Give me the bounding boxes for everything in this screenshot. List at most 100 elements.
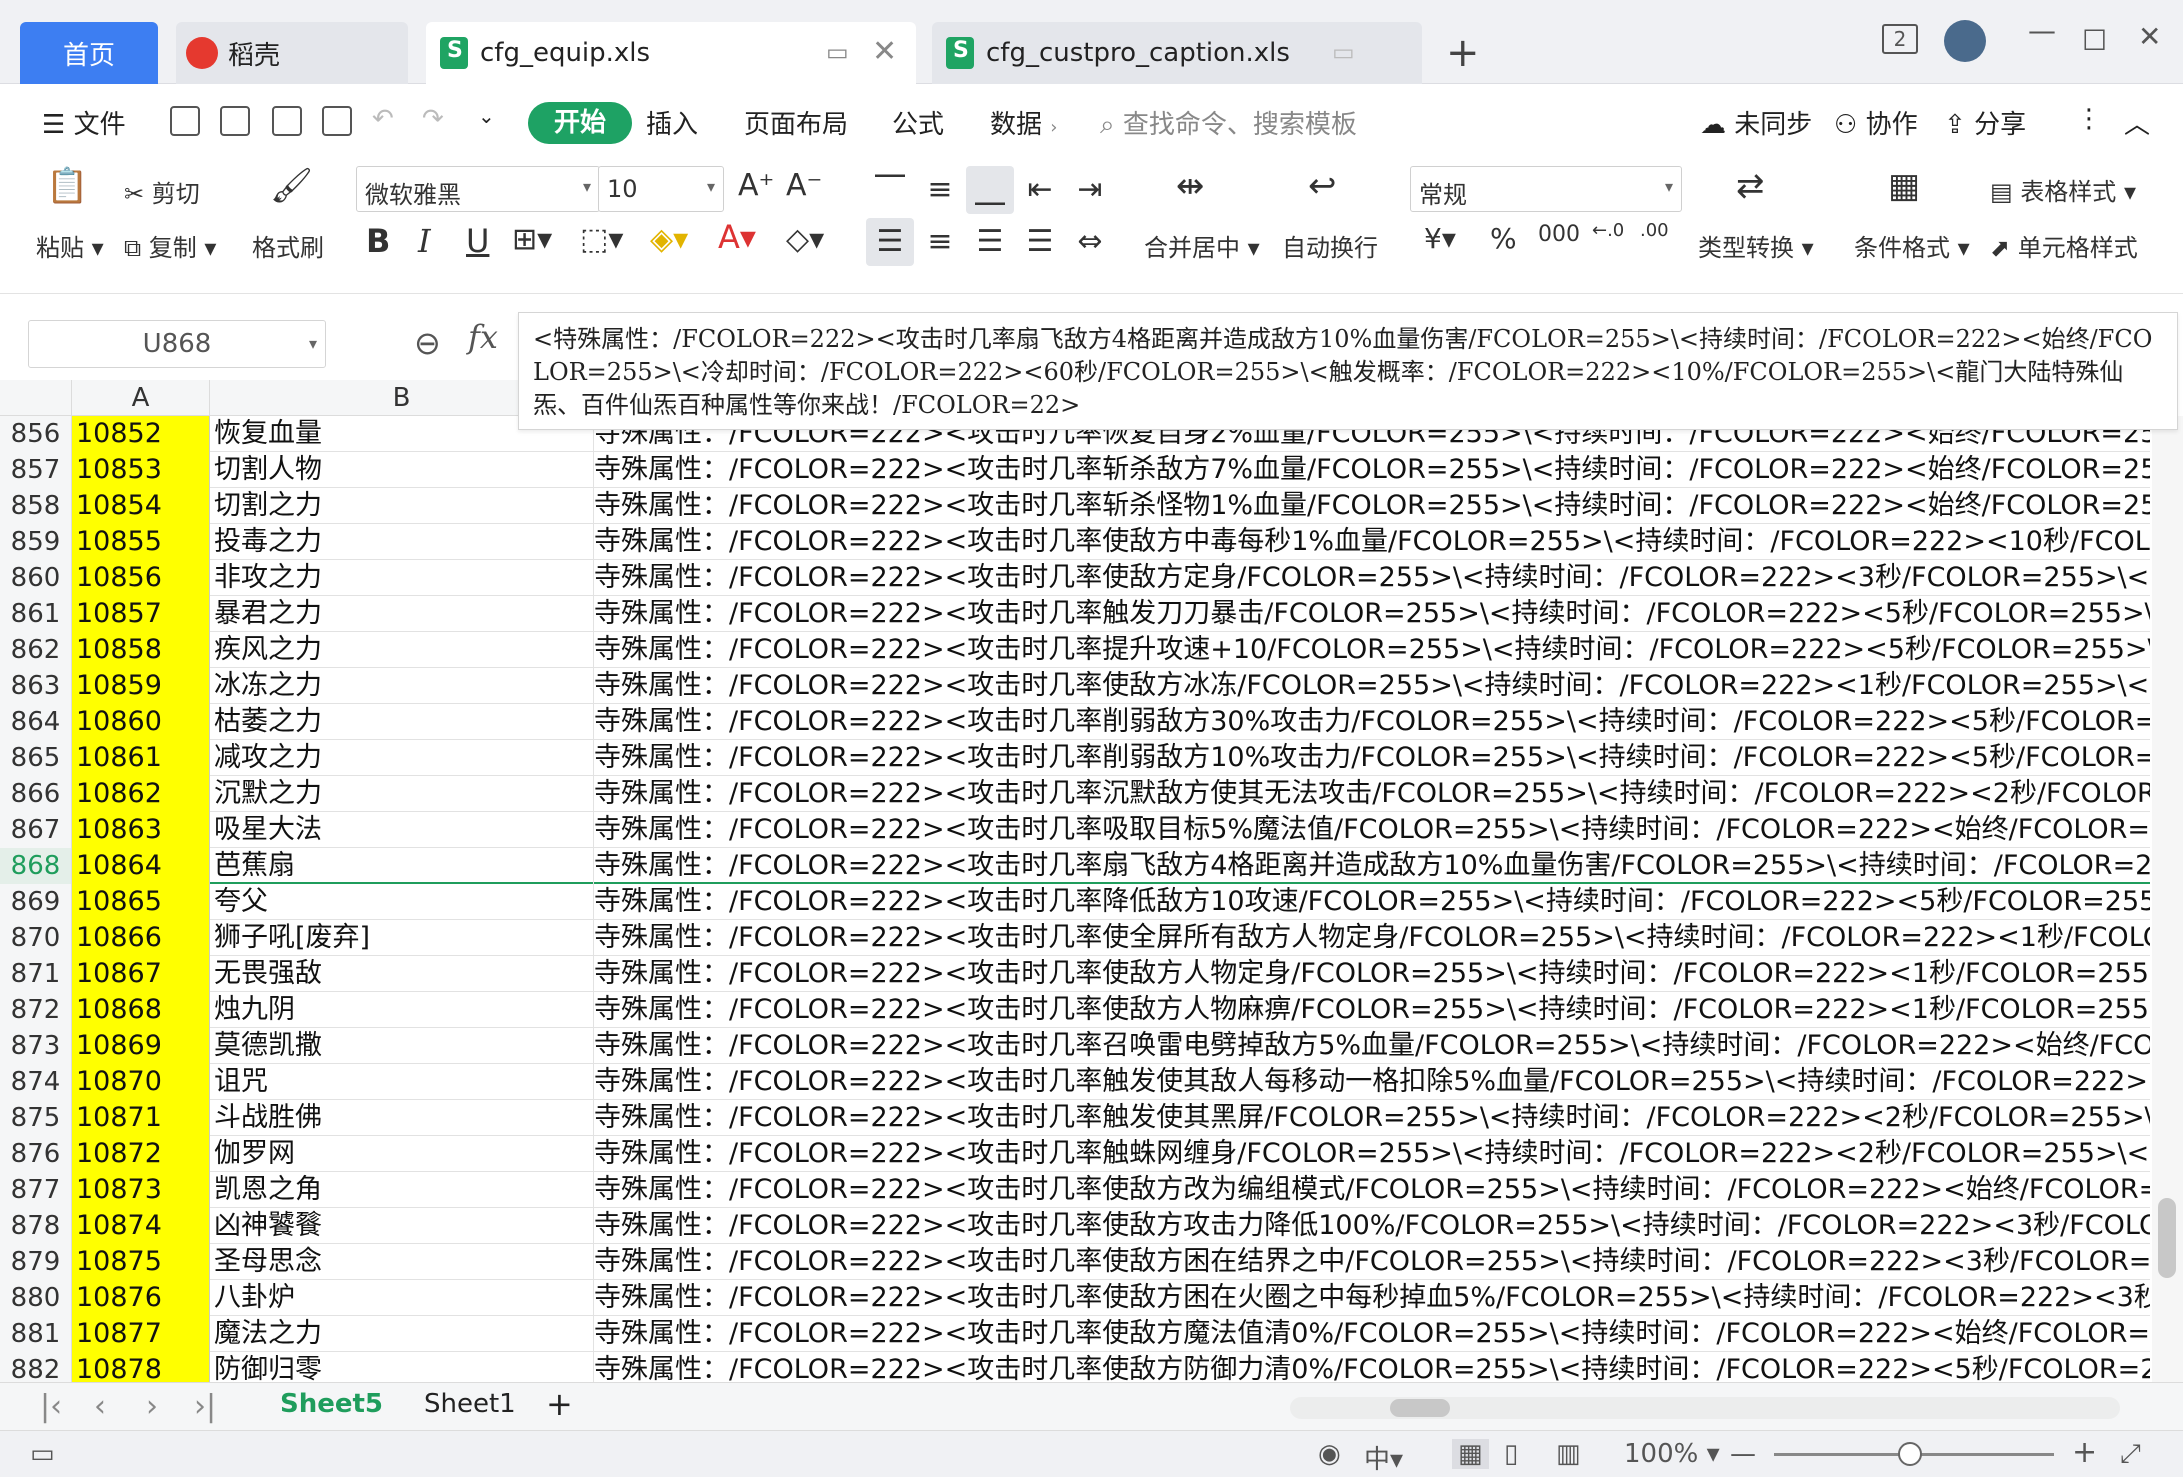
cell-a[interactable]: 10855 [72,524,210,560]
sync-status[interactable]: ☁ 未同步 [1700,104,1812,141]
cell-overflow-text[interactable]: 寺殊属性：/FCOLOR=222><攻击时几率使敌方攻击力降低100%/FCOL… [594,1208,2150,1244]
decrease-decimal-icon[interactable]: .00 [1640,220,1669,241]
row-header[interactable]: 869 [0,884,72,920]
cell-overflow-text[interactable]: 寺殊属性：/FCOLOR=222><攻击时几率斩杀怪物1%血量/FCOLOR=2… [594,488,2150,524]
cell-b[interactable]: 枯萎之力 [210,704,594,740]
fill-color-icon[interactable]: ◈▾ [650,222,688,257]
row-header[interactable]: 861 [0,596,72,632]
cell-a[interactable]: 10867 [72,956,210,992]
cell-overflow-text[interactable]: 寺殊属性：/FCOLOR=222><攻击时几率削弱敌方10%攻击力/FCOLOR… [594,740,2150,776]
paste-button[interactable]: 粘贴 ▾ [36,228,104,263]
cell-b[interactable]: 非攻之力 [210,560,594,596]
zoom-level[interactable]: 100% ▾ [1624,1439,1720,1469]
cell-b[interactable]: 伽罗网 [210,1136,594,1172]
cell-a[interactable]: 10857 [72,596,210,632]
row-header[interactable]: 872 [0,992,72,1028]
cell-overflow-text[interactable]: 寺殊属性：/FCOLOR=222><攻击时几率使敌方人物定身/FCOLOR=25… [594,956,2150,992]
merge-center-button[interactable]: 合并居中 ▾ [1144,228,1260,263]
cell-b[interactable]: 投毒之力 [210,524,594,560]
zoom-icon[interactable]: ⊖ [414,324,441,362]
first-sheet-icon[interactable]: |‹ [40,1389,62,1424]
menu-start[interactable]: 开始 [528,102,632,144]
cell-overflow-text[interactable]: 寺殊属性：/FCOLOR=222><攻击时几率使敌方改为编组模式/FCOLOR=… [594,1172,2150,1208]
share-button[interactable]: ⇪ 分享 [1944,104,2026,141]
cell-a[interactable]: 10874 [72,1208,210,1244]
cell-a[interactable]: 10860 [72,704,210,740]
cell-a[interactable]: 10871 [72,1100,210,1136]
row-header[interactable]: 867 [0,812,72,848]
cell-b[interactable]: 凶神饕餮 [210,1208,594,1244]
table-style-button[interactable]: ▤ 表格样式 ▾ [1990,172,2136,207]
align-center-icon[interactable]: ≡ [916,218,964,266]
tab-cfg-equip[interactable]: cfg_equip.xls ▭ ✕ [426,22,916,84]
font-size-select[interactable]: 10 ▾ [598,166,724,212]
fx-button[interactable]: fx [468,318,498,356]
page-break-view-icon[interactable]: ▥ [1556,1439,1581,1469]
menu-insert[interactable]: 插入 [646,104,698,141]
cell-a[interactable]: 10852 [72,416,210,452]
cell-overflow-text[interactable]: 寺殊属性：/FCOLOR=222><攻击时几率沉默敌方使其无法攻击/FCOLOR… [594,776,2150,812]
font-name-select[interactable]: 微软雅黑 ▾ [356,166,600,212]
cell-style-button[interactable]: ⬈ 单元格样式 [1990,228,2138,263]
type-convert-icon[interactable]: ⇄ [1736,166,1765,206]
cell-a[interactable]: 10854 [72,488,210,524]
wrap-text-button[interactable]: 自动换行 [1282,228,1378,263]
zoom-in-icon[interactable]: + [2072,1435,2097,1470]
row-header[interactable]: 860 [0,560,72,596]
column-header-a[interactable]: A [72,380,210,416]
window-close-icon[interactable]: ✕ [2138,20,2161,53]
eye-protect-icon[interactable]: ◉ [1318,1439,1341,1469]
cell-overflow-text[interactable]: 寺殊属性：/FCOLOR=222><攻击时几率使敌方困在结界之中/FCOLOR=… [594,1244,2150,1280]
cell-overflow-text[interactable]: 寺殊属性：/FCOLOR=222><攻击时几率召唤雷电劈掉敌方5%血量/FCOL… [594,1028,2150,1064]
number-format-select[interactable]: 常规 ▾ [1410,166,1682,212]
page-layout-view-icon[interactable]: ▯ [1504,1439,1518,1469]
row-header[interactable]: 873 [0,1028,72,1064]
maximize-icon[interactable]: ☐ [2082,24,2107,57]
tab-home[interactable]: 首页 [20,22,158,84]
cell-overflow-text[interactable]: 寺殊属性：/FCOLOR=222><攻击时几率触发使其黑屏/FCOLOR=255… [594,1100,2150,1136]
row-header[interactable]: 856 [0,416,72,452]
cell-b[interactable]: 无畏强敌 [210,956,594,992]
cell-a[interactable]: 10875 [72,1244,210,1280]
conditional-format-icon[interactable]: ▦ [1888,166,1920,206]
row-header[interactable]: 863 [0,668,72,704]
cell-overflow-text[interactable]: 寺殊属性：/FCOLOR=222><攻击时几率使敌方中毒每秒1%血量/FCOLO… [594,524,2150,560]
fullscreen-icon[interactable]: ⤢ [2120,1439,2141,1470]
vertical-scrollbar[interactable] [2152,416,2183,1382]
outdent-icon[interactable]: ⇤ [1016,166,1064,214]
normal-view-icon[interactable]: ▦ [1452,1439,1489,1469]
row-header[interactable]: 859 [0,524,72,560]
cell-overflow-text[interactable]: 寺殊属性：/FCOLOR=222><攻击时几率使敌方定身/FCOLOR=255>… [594,560,2150,596]
row-header[interactable]: 857 [0,452,72,488]
cell-b[interactable]: 减攻之力 [210,740,594,776]
cell-b[interactable]: 疾风之力 [210,632,594,668]
cell-overflow-text[interactable]: 寺殊属性：/FCOLOR=222><攻击时几率触发使其敌人每移动一格扣除5%血量… [594,1064,2150,1100]
italic-button[interactable]: I [418,222,431,260]
copy-button[interactable]: ⧉ 复制 ▾ [124,228,216,263]
row-header[interactable]: 880 [0,1280,72,1316]
horizontal-scroll-thumb[interactable] [1390,1399,1450,1417]
align-left-icon[interactable]: ☰ [866,218,914,266]
row-header[interactable]: 871 [0,956,72,992]
cell-b[interactable]: 八卦炉 [210,1280,594,1316]
cell-overflow-text[interactable]: 寺殊属性：/FCOLOR=222><攻击时几率提升攻速+10/FCOLOR=25… [594,632,2150,668]
tab-docer[interactable]: 稻壳 [176,22,408,84]
cell-overflow-text[interactable]: 寺殊属性：/FCOLOR=222><攻击时几率斩杀敌方7%血量/FCOLOR=2… [594,452,2150,488]
cell-a[interactable]: 10859 [72,668,210,704]
cell-a[interactable]: 10873 [72,1172,210,1208]
page-indicator-icon[interactable]: 2 [1882,24,1918,54]
cell-overflow-text[interactable]: 寺殊属性：/FCOLOR=222><攻击时几率使敌方困在火圈之中每秒掉血5%/F… [594,1280,2150,1316]
cell-a[interactable]: 10858 [72,632,210,668]
new-tab-button[interactable]: + [1446,30,1480,76]
row-header[interactable]: 879 [0,1244,72,1280]
align-right-icon[interactable]: ☰ [966,218,1014,266]
close-icon[interactable]: ✕ [872,34,897,69]
last-sheet-icon[interactable]: ›| [194,1389,216,1424]
cell-b[interactable]: 圣母思念 [210,1244,594,1280]
border-icon[interactable]: ⊞▾ [512,222,552,257]
redo-icon[interactable]: ↷ [422,104,444,134]
undo-icon[interactable]: ↶ [372,104,394,134]
wrap-text-icon[interactable]: ↩ [1308,166,1337,206]
increase-font-icon[interactable]: A⁺ [738,168,774,203]
add-sheet-button[interactable]: + [546,1385,573,1423]
